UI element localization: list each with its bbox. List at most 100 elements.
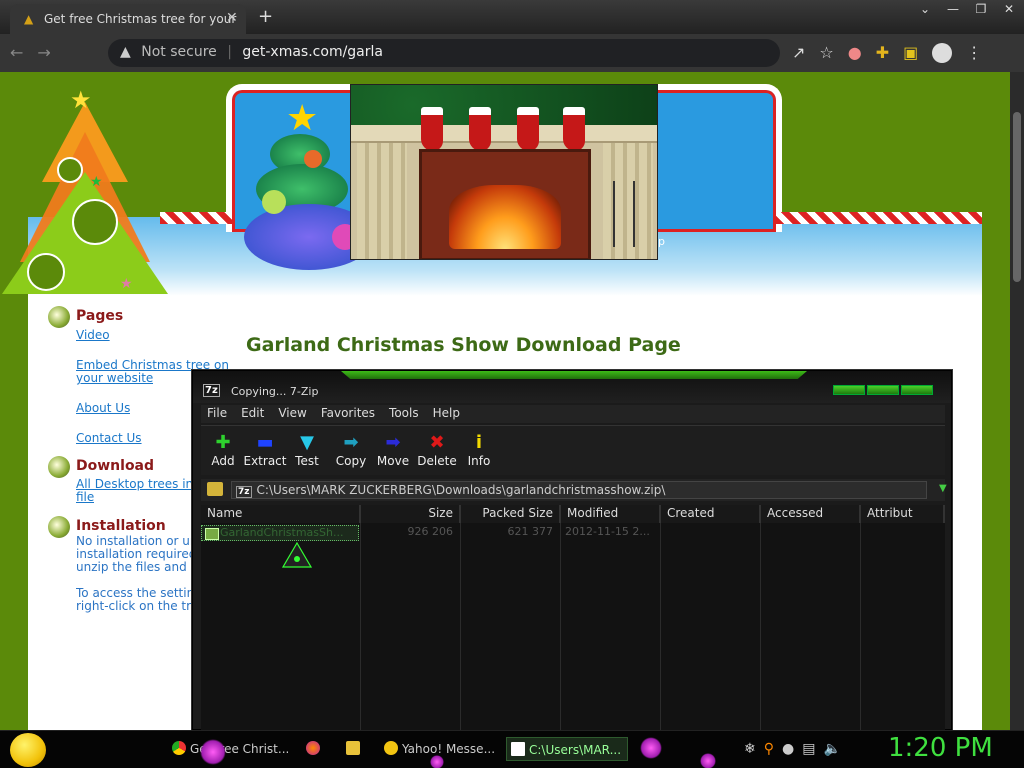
svg-text:★: ★ <box>120 276 133 292</box>
delete-button[interactable]: ✖ Delete <box>415 432 459 468</box>
start-button[interactable] <box>10 733 46 767</box>
move-arrow-icon: ➡ <box>385 432 401 453</box>
test-button[interactable]: ▼ Test <box>285 432 329 468</box>
file-list: Name Size Packed Size Modified Created A… <box>201 505 945 731</box>
column-created[interactable]: Created <box>661 505 761 523</box>
menu-help[interactable]: Help <box>427 405 468 423</box>
nav-link-desktop-trees[interactable]: All Desktop trees in s <box>76 477 194 491</box>
nav-link-desktop-trees-2[interactable]: file <box>76 490 94 504</box>
nav-link-embed-2[interactable]: your website <box>76 371 153 385</box>
add-button[interactable]: ✚ Add <box>201 432 245 468</box>
column-attributes[interactable]: Attribut <box>861 505 945 523</box>
fireplace-widget <box>350 84 658 260</box>
back-arrow-icon[interactable]: ← <box>10 43 23 62</box>
column-name[interactable]: Name <box>201 505 361 523</box>
restore-icon[interactable]: ❐ <box>972 2 990 16</box>
chevron-down-icon[interactable]: ⌄ <box>916 2 934 16</box>
path-bar: 7z C:\Users\MARK ZUCKERBERG\Downloads\gar… <box>201 479 947 501</box>
network-icon[interactable]: ▤ <box>802 741 815 757</box>
column-modified[interactable]: Modified <box>561 505 661 523</box>
chevron-down-icon[interactable]: ▼ <box>939 483 947 494</box>
flag-extension-icon[interactable]: ● <box>848 43 862 63</box>
folder-up-icon[interactable] <box>207 482 223 496</box>
nav-heading: Installation <box>76 518 166 534</box>
snowflake-icon[interactable]: ❄ <box>744 741 756 757</box>
close-button[interactable] <box>901 385 933 395</box>
file-name-cell[interactable]: GarlandChristmasSh... <box>201 525 359 541</box>
copy-button[interactable]: ➡ Copy <box>329 432 373 468</box>
7zip-title-bar[interactable]: 7z Copying... 7-Zip <box>193 371 951 403</box>
nav-heading: Download <box>76 458 155 474</box>
browser-tab[interactable]: ▲ Get free Christmas tree for your <box>10 4 246 34</box>
taskbar-item-7zip[interactable]: C:\Users\MAR... <box>506 737 628 761</box>
stocking <box>517 107 539 151</box>
sidepanel-icon[interactable]: ▣ <box>903 43 918 63</box>
new-tab-button[interactable]: + <box>258 6 273 27</box>
move-button[interactable]: ➡ Move <box>371 432 415 468</box>
ornament-ball <box>262 190 286 214</box>
nav-link-contact[interactable]: Contact Us <box>76 431 142 445</box>
menu-favorites[interactable]: Favorites <box>315 405 383 423</box>
tray-globe-icon[interactable]: ● <box>782 741 794 757</box>
page-scrollbar[interactable] <box>1010 72 1024 730</box>
search-icon[interactable]: ⚲ <box>764 741 774 757</box>
sparkle <box>640 737 662 759</box>
nav-link-video[interactable]: Video <box>76 328 110 342</box>
close-tab-icon[interactable]: ✕ <box>226 10 238 26</box>
minimize-icon[interactable]: — <box>944 2 962 16</box>
minus-icon: ▬ <box>256 432 274 453</box>
fireplace-tools <box>613 181 635 247</box>
scrollbar-thumb[interactable] <box>1013 112 1021 282</box>
system-tray: ❄ ⚲ ● ▤ 🔈 <box>744 741 841 757</box>
garland <box>351 85 657 125</box>
taskbar-label: Yahoo! Messe... <box>402 742 496 756</box>
taskbar-clock[interactable]: 1:20 PM <box>888 733 993 763</box>
ornament-bullet-icon <box>48 456 70 478</box>
volume-icon[interactable]: 🔈 <box>823 741 840 757</box>
info-button[interactable]: i Info <box>457 432 501 468</box>
menu-edit[interactable]: Edit <box>235 405 272 423</box>
puzzle-extension-icon[interactable]: ✚ <box>876 43 889 63</box>
candy-ribbon-left <box>160 212 232 224</box>
file-list-header: Name Size Packed Size Modified Created A… <box>201 505 945 523</box>
7zip-window-controls <box>833 385 933 395</box>
extract-button[interactable]: ▬ Extract <box>243 432 287 468</box>
menu-view[interactable]: View <box>272 405 314 423</box>
menu-file[interactable]: File <box>201 405 235 423</box>
7zip-icon <box>511 742 525 756</box>
stocking <box>421 107 443 151</box>
page-title: Garland Christmas Show Download Page <box>246 334 681 356</box>
close-window-icon[interactable]: ✕ <box>1000 2 1018 16</box>
star-icon[interactable]: ☆ <box>819 43 833 63</box>
address-bar[interactable]: ▲ Not secure | get-xmas.com/garla <box>108 39 780 67</box>
taskbar-item-chrome[interactable]: Get free Christ... <box>168 737 288 761</box>
forward-arrow-icon[interactable]: → <box>37 43 50 62</box>
table-row[interactable]: GarlandChristmasSh... 926 206 621 377 20… <box>201 525 945 541</box>
taskbar-item-firefox[interactable] <box>302 737 330 761</box>
svg-text:★: ★ <box>90 174 103 190</box>
menu-tools[interactable]: Tools <box>383 405 427 423</box>
sparkle <box>200 739 226 765</box>
column-accessed[interactable]: Accessed <box>761 505 861 523</box>
taskbar-item-explorer[interactable] <box>342 737 370 761</box>
security-label: Not secure <box>141 44 217 60</box>
fireplace-side-text: p <box>658 235 665 248</box>
nav-link-about[interactable]: About Us <box>76 401 130 415</box>
column-size[interactable]: Size <box>361 505 461 523</box>
share-icon[interactable]: ↗ <box>792 43 805 63</box>
title-accent-bar <box>341 371 807 379</box>
profile-avatar-icon[interactable] <box>932 43 953 63</box>
minimize-button[interactable] <box>833 385 865 395</box>
zip-archive-icon: 7z <box>236 486 252 498</box>
yahoo-messenger-icon <box>384 741 398 755</box>
delete-label: Delete <box>417 454 457 468</box>
warning-icon[interactable]: ▲ <box>120 44 131 60</box>
install-text: right-click on the tre <box>76 600 194 613</box>
maximize-button[interactable] <box>867 385 899 395</box>
stocking <box>563 107 585 151</box>
path-input[interactable]: 7z C:\Users\MARK ZUCKERBERG\Downloads\gar… <box>231 481 927 499</box>
folder-icon <box>346 741 360 755</box>
column-packed-size[interactable]: Packed Size <box>461 505 561 523</box>
menu-kebab-icon[interactable]: ⋮ <box>966 43 982 63</box>
stocking <box>469 107 491 151</box>
